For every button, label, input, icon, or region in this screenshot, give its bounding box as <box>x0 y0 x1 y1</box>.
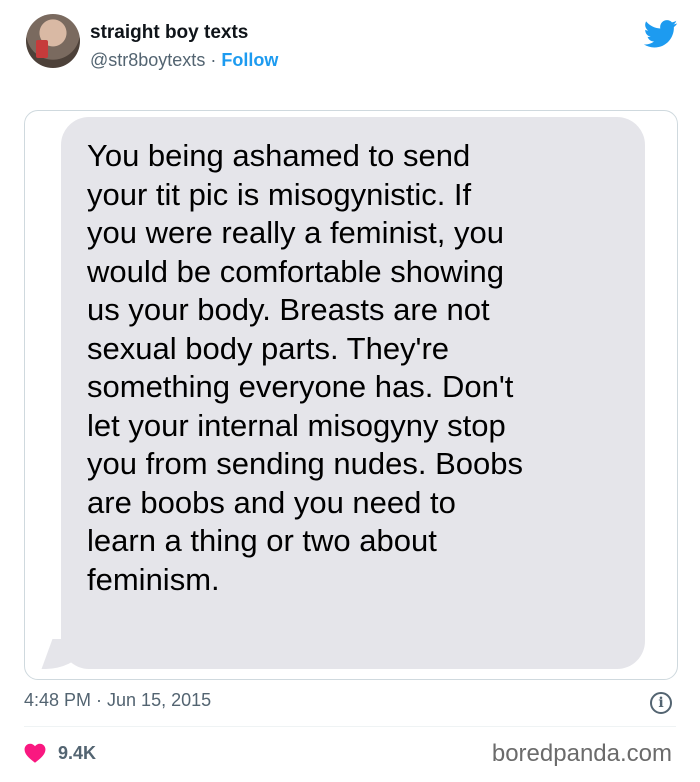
message-line: learn a thing or two about <box>87 523 437 558</box>
timestamp[interactable]: 4:48 PM · Jun 15, 2015 <box>24 690 211 711</box>
follow-button[interactable]: Follow <box>221 50 278 70</box>
message-line: you were really a feminist, you <box>87 215 504 250</box>
message-line: something everyone has. Don't <box>87 369 514 404</box>
message-line: You being ashamed to send <box>87 138 471 173</box>
avatar[interactable] <box>26 14 80 68</box>
message-line: are boobs and you need to <box>87 484 456 520</box>
message-line: would be comfortable showing <box>87 253 505 289</box>
tweet-media[interactable]: You being ashamed to send your tit pic i… <box>24 110 678 680</box>
message-line: you from sending nudes. Boobs <box>87 446 523 481</box>
message-line: let your internal misogyny stop <box>87 407 506 443</box>
avatar-phone <box>36 40 48 58</box>
message-line: us your body. Breasts are not <box>87 292 490 327</box>
separator: · <box>210 50 217 70</box>
info-icon[interactable]: i <box>650 692 672 714</box>
watermark: boredpanda.com <box>491 740 672 767</box>
display-name[interactable]: straight boy texts <box>90 22 248 44</box>
divider <box>24 726 676 727</box>
like-button[interactable]: 9.4K <box>24 738 96 768</box>
tweet-header: straight boy texts @str8boytexts · Follo… <box>0 0 700 100</box>
heart-icon <box>24 743 46 763</box>
message-line: your tit pic is misogynistic. If <box>87 176 472 212</box>
handle[interactable]: @str8boytexts <box>90 50 205 70</box>
message-line: feminism. <box>87 561 220 597</box>
twitter-bird-icon[interactable] <box>644 20 678 48</box>
message-line: sexual body parts. They're <box>87 330 450 366</box>
like-count: 9.4K <box>58 742 97 763</box>
message-text: You being ashamed to send your tit pic i… <box>87 137 637 599</box>
handle-row: @str8boytexts · Follow <box>90 50 278 71</box>
